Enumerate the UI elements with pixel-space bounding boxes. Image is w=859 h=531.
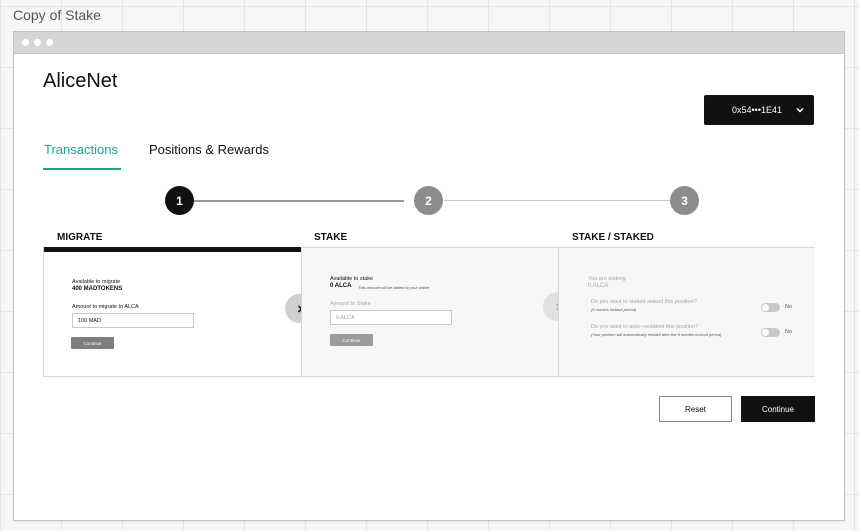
stepper-line bbox=[194, 200, 404, 202]
window-dot-icon bbox=[22, 39, 29, 46]
wallet-address: 0x54•••1E41 bbox=[732, 105, 782, 115]
column-heading-migrate: MIGRATE bbox=[57, 232, 103, 243]
migrate-panel: Available to migrate 400 MADTOKENS Amoun… bbox=[44, 247, 314, 377]
active-tab-indicator bbox=[43, 168, 121, 170]
continue-button[interactable]: Continue bbox=[741, 396, 815, 422]
auto-restake-toggle[interactable] bbox=[761, 328, 780, 337]
window-dot-icon bbox=[46, 39, 53, 46]
migrate-amount-label: Amount to migrate to ALCA bbox=[72, 304, 139, 310]
available-to-stake-label: Available to stake bbox=[330, 276, 374, 282]
reset-button[interactable]: Reset bbox=[659, 396, 732, 422]
stake-position-toggle[interactable] bbox=[761, 303, 780, 312]
step-3-indicator: 3 bbox=[670, 186, 699, 215]
migrate-amount-input[interactable]: 100 MAD bbox=[72, 313, 194, 328]
stake-position-toggle-value: No bbox=[785, 304, 793, 310]
available-to-stake-note: This amount will be added to your wallet bbox=[358, 285, 430, 290]
window-titlebar bbox=[14, 32, 844, 54]
you-are-staking-value: 0 ALCA bbox=[588, 283, 609, 289]
auto-restake-note: (Your position will automatically restak… bbox=[591, 332, 722, 337]
tab-positions-rewards[interactable]: Positions & Rewards bbox=[149, 142, 269, 157]
window-dot-icon bbox=[34, 39, 41, 46]
migrate-amount-value: 100 MAD bbox=[78, 317, 101, 324]
stake-position-question: Do you want to staked staked this positi… bbox=[591, 299, 697, 305]
stake-panel: Available to stake 0 ALCA This amount wi… bbox=[301, 248, 572, 376]
step-1-indicator: 1 bbox=[165, 186, 194, 215]
stepper-line bbox=[444, 200, 674, 201]
step-2-indicator: 2 bbox=[414, 186, 443, 215]
stake-position-note: (6 months lockout period) bbox=[591, 307, 637, 312]
app-window: AliceNet 0x54•••1E41 Transactions Positi… bbox=[13, 31, 845, 521]
available-to-migrate-label: Available to migrate bbox=[72, 279, 121, 285]
app-title: AliceNet bbox=[43, 70, 118, 92]
tab-transactions[interactable]: Transactions bbox=[44, 142, 118, 157]
auto-restake-question: Do you want to auto- restaked this posit… bbox=[591, 324, 699, 330]
available-to-migrate-value: 400 MADTOKENS bbox=[72, 286, 123, 292]
staked-panel: You are staking 0 ALCA Do you want to st… bbox=[558, 248, 815, 376]
wallet-button[interactable]: 0x54•••1E41 bbox=[704, 95, 814, 125]
stake-amount-input[interactable]: 0 ALCA bbox=[330, 310, 452, 325]
available-to-stake-value: 0 ALCA bbox=[330, 283, 352, 289]
transaction-panels: Available to migrate 400 MADTOKENS Amoun… bbox=[43, 247, 815, 377]
stake-continue-button[interactable]: Continue bbox=[330, 334, 373, 346]
auto-restake-toggle-value: No bbox=[785, 329, 793, 335]
stake-amount-placeholder: 0 ALCA bbox=[336, 314, 355, 321]
column-heading-staked: STAKE / STAKED bbox=[572, 232, 654, 243]
stake-amount-label: Amount to Stake bbox=[330, 301, 371, 307]
chevron-down-icon bbox=[796, 107, 804, 113]
migrate-continue-button[interactable]: Continue bbox=[71, 337, 114, 349]
you-are-staking-label: You are staking bbox=[588, 276, 626, 282]
canvas-title: Copy of Stake bbox=[13, 7, 101, 23]
column-heading-stake: STAKE bbox=[314, 232, 348, 243]
